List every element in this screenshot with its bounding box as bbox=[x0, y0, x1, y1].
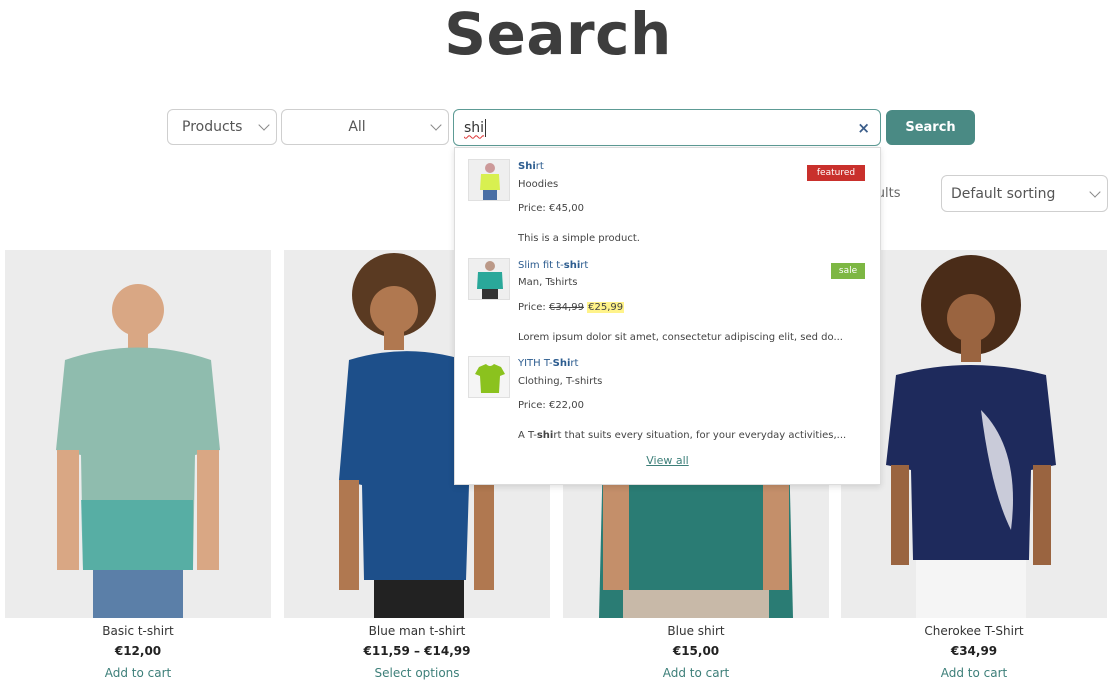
product-image[interactable] bbox=[5, 250, 271, 618]
sale-badge: sale bbox=[831, 263, 865, 279]
product-name[interactable]: Blue shirt bbox=[563, 624, 829, 640]
sort-select[interactable]: Default sorting bbox=[941, 175, 1108, 212]
clear-icon[interactable]: × bbox=[857, 119, 870, 137]
suggestion-price: Price: €22,00 bbox=[518, 400, 584, 411]
suggestion-thumbnail bbox=[468, 258, 510, 300]
suggestion-category: Man, Tshirts bbox=[518, 277, 578, 288]
search-input[interactable]: shi × bbox=[453, 109, 881, 146]
chevron-down-icon bbox=[430, 119, 442, 131]
suggestion-thumbnail bbox=[468, 356, 510, 398]
suggestion-item[interactable]: Shirt Hoodies Price: €45,00 This is a si… bbox=[455, 148, 880, 248]
featured-badge: featured bbox=[807, 165, 865, 181]
product-price: €34,99 bbox=[950, 644, 998, 658]
suggestion-category: Hoodies bbox=[518, 179, 559, 190]
old-price: €34,99 bbox=[548, 302, 584, 313]
suggestion-price: Price: €45,00 bbox=[518, 203, 584, 214]
sale-price: €25,99 bbox=[587, 302, 625, 313]
suggestion-title[interactable]: YITH T-Shirt bbox=[518, 358, 578, 369]
suggestion-title[interactable]: Slim fit t-shirt bbox=[518, 260, 588, 271]
suggestion-item[interactable]: YITH T-Shirt Clothing, T-shirts Price: €… bbox=[455, 346, 880, 446]
category-select[interactable]: All bbox=[281, 109, 449, 145]
product-name[interactable]: Cherokee T-Shirt bbox=[841, 624, 1107, 640]
search-suggestions-dropdown: Shirt Hoodies Price: €45,00 This is a si… bbox=[454, 147, 881, 485]
chevron-down-icon bbox=[258, 119, 270, 131]
suggestion-description: A T-shirt that suits every situation, fo… bbox=[518, 430, 847, 441]
chevron-down-icon bbox=[1089, 185, 1101, 198]
product-price: €11,59 – €14,99 bbox=[363, 644, 471, 658]
suggestion-thumbnail bbox=[468, 159, 510, 201]
product-price: €15,00 bbox=[672, 644, 720, 658]
sort-label: Default sorting bbox=[951, 185, 1056, 202]
product-price: €12,00 bbox=[114, 644, 162, 658]
add-to-cart-button[interactable]: Add to cart bbox=[105, 666, 172, 680]
add-to-cart-button[interactable]: Add to cart bbox=[941, 666, 1008, 680]
suggestion-item[interactable]: Slim fit t-shirt Man, Tshirts Price: €34… bbox=[455, 248, 880, 346]
text-caret bbox=[485, 118, 487, 137]
product-card: Basic t-shirt €12,00 Add to cart bbox=[5, 250, 271, 681]
add-to-cart-button[interactable]: Add to cart bbox=[663, 666, 730, 680]
suggestion-category: Clothing, T-shirts bbox=[518, 376, 603, 387]
search-type-label: Products bbox=[182, 119, 243, 135]
suggestion-description: Lorem ipsum dolor sit amet, consectetur … bbox=[518, 332, 843, 343]
product-name[interactable]: Blue man t-shirt bbox=[284, 624, 550, 640]
view-all-link[interactable]: View all bbox=[455, 454, 880, 467]
search-button[interactable]: Search bbox=[886, 110, 975, 145]
category-label: All bbox=[348, 119, 366, 135]
select-options-button[interactable]: Select options bbox=[374, 666, 459, 680]
search-query: shi bbox=[464, 119, 485, 136]
page-title: Search bbox=[444, 0, 672, 68]
suggestion-price: Price: €34,99 €25,99 bbox=[518, 302, 625, 313]
search-type-select[interactable]: Products bbox=[167, 109, 277, 145]
suggestion-description: This is a simple product. bbox=[518, 233, 640, 244]
suggestion-title[interactable]: Shirt bbox=[518, 161, 544, 172]
product-name[interactable]: Basic t-shirt bbox=[5, 624, 271, 640]
